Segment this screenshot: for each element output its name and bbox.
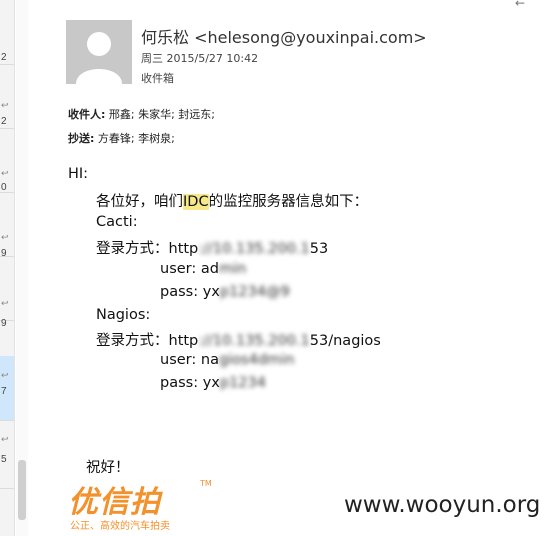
redacted-user: min <box>218 261 247 277</box>
sender-name[interactable]: 何乐松 <helesong@youxinpai.com> <box>141 24 427 48</box>
redacted-user: gios4dmin <box>218 352 295 368</box>
nagios-pass-line: pass: yxp1234 <box>160 375 266 391</box>
intro-text: 的监控服务器信息如下： <box>208 194 369 210</box>
user-visible: na <box>200 352 219 368</box>
list-item[interactable]: ↩ 0 <box>0 128 14 193</box>
nagios-user-line: user: nagios4dmin <box>160 352 294 368</box>
url-tail: 53/nagios <box>309 333 381 349</box>
to-recipients[interactable]: 邢鑫; 朱家华; 封远东; <box>109 108 215 121</box>
pass-visible: yx <box>202 284 220 300</box>
list-item[interactable]: ↩ 9 <box>0 256 14 329</box>
logo-trademark: TM <box>200 479 212 488</box>
list-item[interactable]: ↩ 9 <box>0 192 14 259</box>
reply-icon: ↩ <box>1 100 9 110</box>
list-item-count: 2 <box>1 116 7 127</box>
reply-icon: ↩ <box>1 168 9 178</box>
logo-text: 优信拍 <box>68 485 161 520</box>
reply-icon: ↩ <box>1 298 9 308</box>
login-label: 登录方式： <box>96 333 169 349</box>
list-item-count: 9 <box>1 318 7 329</box>
pass-label: pass: <box>160 284 203 300</box>
user-avatar-icon <box>66 20 132 84</box>
cc-label: 抄送: <box>68 132 95 145</box>
reply-icon: ↩ <box>1 370 9 380</box>
sent-date: 周三 2015/5/27 10:42 <box>141 52 259 65</box>
closing: 祝好！ <box>86 460 130 476</box>
url-visible: http <box>168 241 199 257</box>
to-row: 收件人: 邢鑫; 朱家华; 封远东; <box>68 106 215 122</box>
list-item-selected[interactable]: ↩ 7 <box>0 356 14 421</box>
list-item[interactable]: ↩ 2 <box>0 64 14 129</box>
logo-slogan: 公正、高效的汽车拍卖 <box>70 521 170 532</box>
list-item-count: 5 <box>1 454 7 465</box>
pass-visible: yx <box>202 375 220 391</box>
cacti-title: Cacti: <box>96 214 138 230</box>
reply-icon: ↩ <box>1 434 9 444</box>
nagios-title: Nagios: <box>96 307 151 323</box>
intro-line: 各位好，咱们IDC的监控服务器信息如下： <box>96 190 368 211</box>
message-list-edge: 2 ↩ 2 ↩ 0 ↩ 9 ↩ 9 ↩ 7 ↩ 5 <box>0 0 15 536</box>
cc-row: 抄送: 方春锋; 李树泉; <box>68 130 175 146</box>
site-watermark: www.wooyun.org <box>344 492 541 518</box>
user-label: user: <box>160 352 201 368</box>
cacti-pass-line: pass: yxp1234@9 <box>160 284 290 300</box>
redacted-url: ://10.135.200.1 <box>198 333 310 349</box>
folder-label: 收件箱 <box>141 72 174 85</box>
youxinpai-logo: 优信拍 TM 公正、高效的汽车拍卖 <box>68 477 248 533</box>
list-item-count: 7 <box>1 386 7 397</box>
message-list-scrollbar[interactable] <box>16 0 28 536</box>
email-reading-pane: 2 ↩ 2 ↩ 0 ↩ 9 ↩ 9 ↩ 7 ↩ 5 ← 何乐松 <heleson… <box>0 0 555 536</box>
user-visible: ad <box>200 261 219 277</box>
scrollbar-thumb[interactable] <box>18 460 26 520</box>
user-label: user: <box>160 261 201 277</box>
url-tail: 53 <box>309 241 329 257</box>
login-label: 登录方式： <box>96 241 169 257</box>
greeting: HI: <box>68 166 89 182</box>
url-visible: http <box>168 333 199 349</box>
list-item[interactable]: ↩ 5 <box>0 424 14 489</box>
redacted-pass: p1234 <box>219 375 266 391</box>
list-item[interactable]: 2 <box>0 0 14 65</box>
reply-icon: ↩ <box>1 232 9 242</box>
redacted-pass: p1234@9 <box>219 284 290 300</box>
cacti-user-line: user: admin <box>160 261 246 277</box>
list-item-count: 2 <box>1 52 7 63</box>
to-label: 收件人: <box>68 108 106 121</box>
pass-label: pass: <box>160 375 203 391</box>
redacted-url: ://10.135.200.1 <box>198 241 310 257</box>
cc-recipients[interactable]: 方春锋; 李树泉; <box>98 132 175 145</box>
highlighted-text: IDC <box>183 194 209 210</box>
reply-icon[interactable]: ← <box>515 0 525 10</box>
nagios-login-line: 登录方式：http://10.135.200.153/nagios <box>96 329 381 350</box>
intro-text: 各位好，咱们 <box>96 194 183 210</box>
cacti-login-line: 登录方式：http://10.135.200.153 <box>96 237 328 258</box>
